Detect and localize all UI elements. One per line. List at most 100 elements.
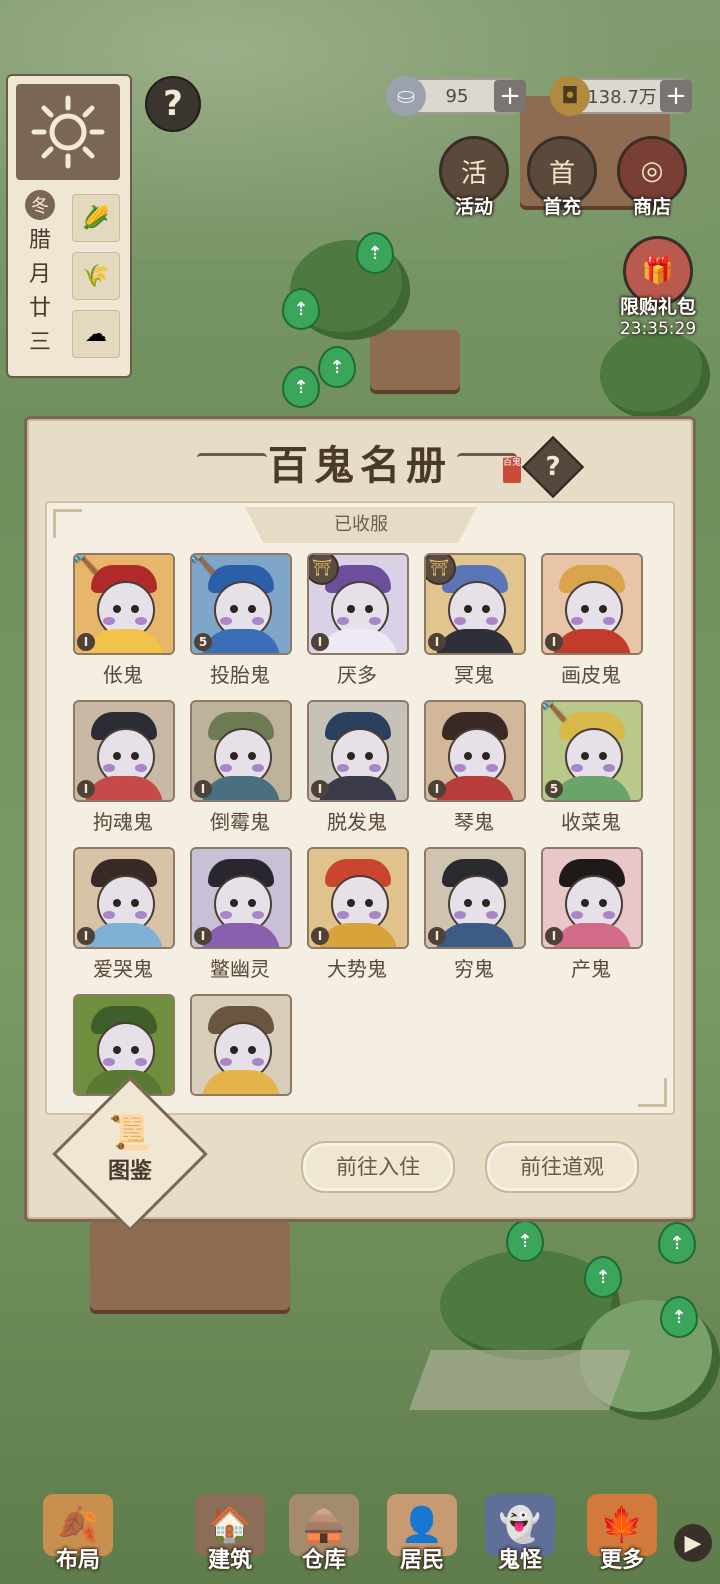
hammer-icon: 🔨 bbox=[73, 553, 100, 576]
ghost-card[interactable]: I 🔨 伥鬼 bbox=[73, 553, 175, 688]
nav-storage[interactable]: 🛖 仓库 bbox=[276, 1494, 372, 1574]
hammer-icon: 🔨 bbox=[190, 553, 217, 576]
ghost-name: 穷鬼 bbox=[454, 957, 494, 981]
wheat-icon: 🌾 bbox=[72, 252, 120, 300]
date-char: 三 bbox=[28, 330, 51, 355]
limited-gift-button[interactable]: 🎁 限购礼包 23:35:29 bbox=[608, 236, 708, 339]
ghost-name: 投胎鬼 bbox=[210, 663, 270, 687]
modal-footer: 📜 图鉴 前往入住 前往道观 bbox=[27, 1076, 693, 1232]
nav-more[interactable]: 🍁 更多 bbox=[574, 1494, 670, 1574]
modal-title: 百鬼名册 bbox=[268, 442, 452, 489]
date-char: 腊 bbox=[28, 228, 51, 253]
silver-ingot-icon: ⛀ bbox=[386, 76, 426, 116]
nav-build[interactable]: 🏠 建筑 bbox=[182, 1494, 278, 1574]
ghost-level-badge: 5 bbox=[194, 633, 212, 651]
ghost-portrait: I bbox=[190, 847, 292, 949]
workshop-building bbox=[370, 330, 460, 390]
activity-label: 活动 bbox=[454, 196, 493, 218]
ghost-portrait: I bbox=[73, 847, 175, 949]
ghost-level-badge: I bbox=[194, 927, 212, 945]
nav-residents[interactable]: 👤 居民 bbox=[374, 1494, 470, 1574]
add-silver-button[interactable]: + bbox=[494, 80, 526, 112]
ghost-card[interactable]: I 脱发鬼 bbox=[307, 700, 409, 835]
ghost-portrait: I bbox=[424, 700, 526, 802]
ghost-name: 伥鬼 bbox=[103, 663, 143, 687]
ghost-name: 爱哭鬼 bbox=[93, 957, 153, 981]
ghost-level-badge: I bbox=[428, 780, 446, 798]
shop-building bbox=[90, 1220, 290, 1310]
codex-button[interactable]: 📜 图鉴 bbox=[95, 1113, 165, 1185]
ghost-portrait: I bbox=[541, 847, 643, 949]
ghost-level-badge: I bbox=[311, 780, 329, 798]
cloud-icon: ☁ bbox=[72, 310, 120, 358]
corn-icon: 🌽 bbox=[72, 194, 120, 242]
date-column: 冬 腊 月 廿 三 bbox=[16, 190, 64, 366]
bottom-navigation: 🍂 布局 🏠 建筑 🛖 仓库 👤 居民 👻 鬼怪 🍁 更多 ▶ bbox=[0, 1476, 720, 1584]
ghost-card[interactable]: I ⛩ 冥鬼 bbox=[424, 553, 526, 688]
add-copper-button[interactable]: + bbox=[660, 80, 692, 112]
collected-section-tab: 已收服 bbox=[245, 507, 477, 543]
nav-expand-arrow-icon[interactable]: ▶ bbox=[674, 1524, 712, 1562]
ghost-level-badge: I bbox=[77, 633, 95, 651]
collect-pin-icon[interactable]: ⇡ bbox=[356, 232, 394, 274]
collect-pin-icon[interactable]: ⇡ bbox=[584, 1256, 622, 1298]
ghost-card[interactable]: 5 🔨 投胎鬼 bbox=[190, 553, 292, 688]
ghost-level-badge: I bbox=[545, 633, 563, 651]
scroll-icon: 📜 bbox=[108, 1113, 152, 1153]
ghost-level-badge: I bbox=[428, 633, 446, 651]
collect-pin-icon[interactable]: ⇡ bbox=[658, 1222, 696, 1264]
ghost-portrait: I bbox=[307, 700, 409, 802]
season-badge: 冬 bbox=[25, 190, 55, 220]
title-seal: 百鬼 bbox=[503, 457, 521, 483]
help-button[interactable]: ? bbox=[145, 76, 201, 132]
nav-layout[interactable]: 🍂 布局 bbox=[30, 1494, 126, 1574]
codex-label: 图鉴 bbox=[107, 1158, 152, 1184]
shop-button[interactable]: ◎ 商店 bbox=[614, 136, 690, 226]
collect-pin-icon[interactable]: ⇡ bbox=[660, 1296, 698, 1338]
ghost-card[interactable]: 5 🔨 收菜鬼 bbox=[541, 700, 643, 835]
nav-storage-label: 仓库 bbox=[301, 1547, 346, 1573]
ghost-card[interactable]: I 画皮鬼 bbox=[541, 553, 643, 688]
corner-ornament bbox=[53, 509, 82, 538]
stone-path bbox=[409, 1350, 631, 1410]
nav-build-label: 建筑 bbox=[207, 1547, 252, 1573]
ghost-registry-modal: 百鬼名册 百鬼 ? 已收服 I 🔨 伥鬼 5 🔨 投胎鬼 I ⛩ 厌多 I ⛩ 冥鬼 I 画皮鬼 I 拘魂鬼 I… bbox=[24, 416, 696, 1232]
ghost-name: 厌多 bbox=[337, 663, 377, 687]
calendar-panel[interactable]: 冬 腊 月 廿 三 🌽 🌾 ☁ bbox=[6, 74, 132, 378]
hammer-icon: 🔨 bbox=[541, 700, 568, 723]
ghost-card[interactable]: I 鳖幽灵 bbox=[190, 847, 292, 982]
tree bbox=[600, 330, 710, 420]
ghost-card[interactable]: I 大势鬼 bbox=[307, 847, 409, 982]
ghost-card[interactable] bbox=[190, 994, 292, 1100]
activity-button[interactable]: 活 活动 bbox=[436, 136, 512, 226]
nav-ghosts[interactable]: 👻 鬼怪 bbox=[472, 1494, 568, 1574]
ghost-list-panel[interactable]: 已收服 I 🔨 伥鬼 5 🔨 投胎鬼 I ⛩ 厌多 I ⛩ 冥鬼 I 画皮鬼 I 拘魂鬼 I 倒霉鬼 I 脱发鬼 I 琴鬼… bbox=[45, 501, 675, 1115]
ghost-card[interactable]: I 拘魂鬼 bbox=[73, 700, 175, 835]
ghost-name: 冥鬼 bbox=[454, 663, 494, 687]
collect-pin-icon[interactable]: ⇡ bbox=[318, 346, 356, 388]
ghost-card[interactable]: I 倒霉鬼 bbox=[190, 700, 292, 835]
ghost-name: 画皮鬼 bbox=[561, 663, 621, 687]
nav-residents-label: 居民 bbox=[399, 1547, 444, 1573]
nav-layout-label: 布局 bbox=[55, 1547, 100, 1573]
first-charge-button[interactable]: 首 首充 bbox=[524, 136, 600, 226]
collect-pin-icon[interactable]: ⇡ bbox=[506, 1220, 544, 1262]
ghost-card[interactable]: I 穷鬼 bbox=[424, 847, 526, 982]
go-temple-button[interactable]: 前往道观 bbox=[485, 1141, 639, 1193]
ghost-level-badge: I bbox=[545, 927, 563, 945]
ghost-card[interactable]: I 产鬼 bbox=[541, 847, 643, 982]
ghost-card[interactable]: I 爱哭鬼 bbox=[73, 847, 175, 982]
go-residence-button[interactable]: 前往入住 bbox=[301, 1141, 455, 1193]
collect-pin-icon[interactable]: ⇡ bbox=[282, 288, 320, 330]
question-icon: ? bbox=[545, 452, 561, 482]
collect-pin-icon[interactable]: ⇡ bbox=[282, 366, 320, 408]
ghost-portrait: I bbox=[424, 847, 526, 949]
ghost-card[interactable]: I 琴鬼 bbox=[424, 700, 526, 835]
ghost-card[interactable]: I ⛩ 厌多 bbox=[307, 553, 409, 688]
weather-sun-icon bbox=[16, 84, 120, 180]
nav-more-label: 更多 bbox=[599, 1547, 644, 1573]
ghost-level-badge: I bbox=[194, 780, 212, 798]
date-char: 月 bbox=[28, 262, 51, 287]
ghost-name: 产鬼 bbox=[571, 957, 611, 981]
ghost-portrait: I bbox=[541, 553, 643, 655]
